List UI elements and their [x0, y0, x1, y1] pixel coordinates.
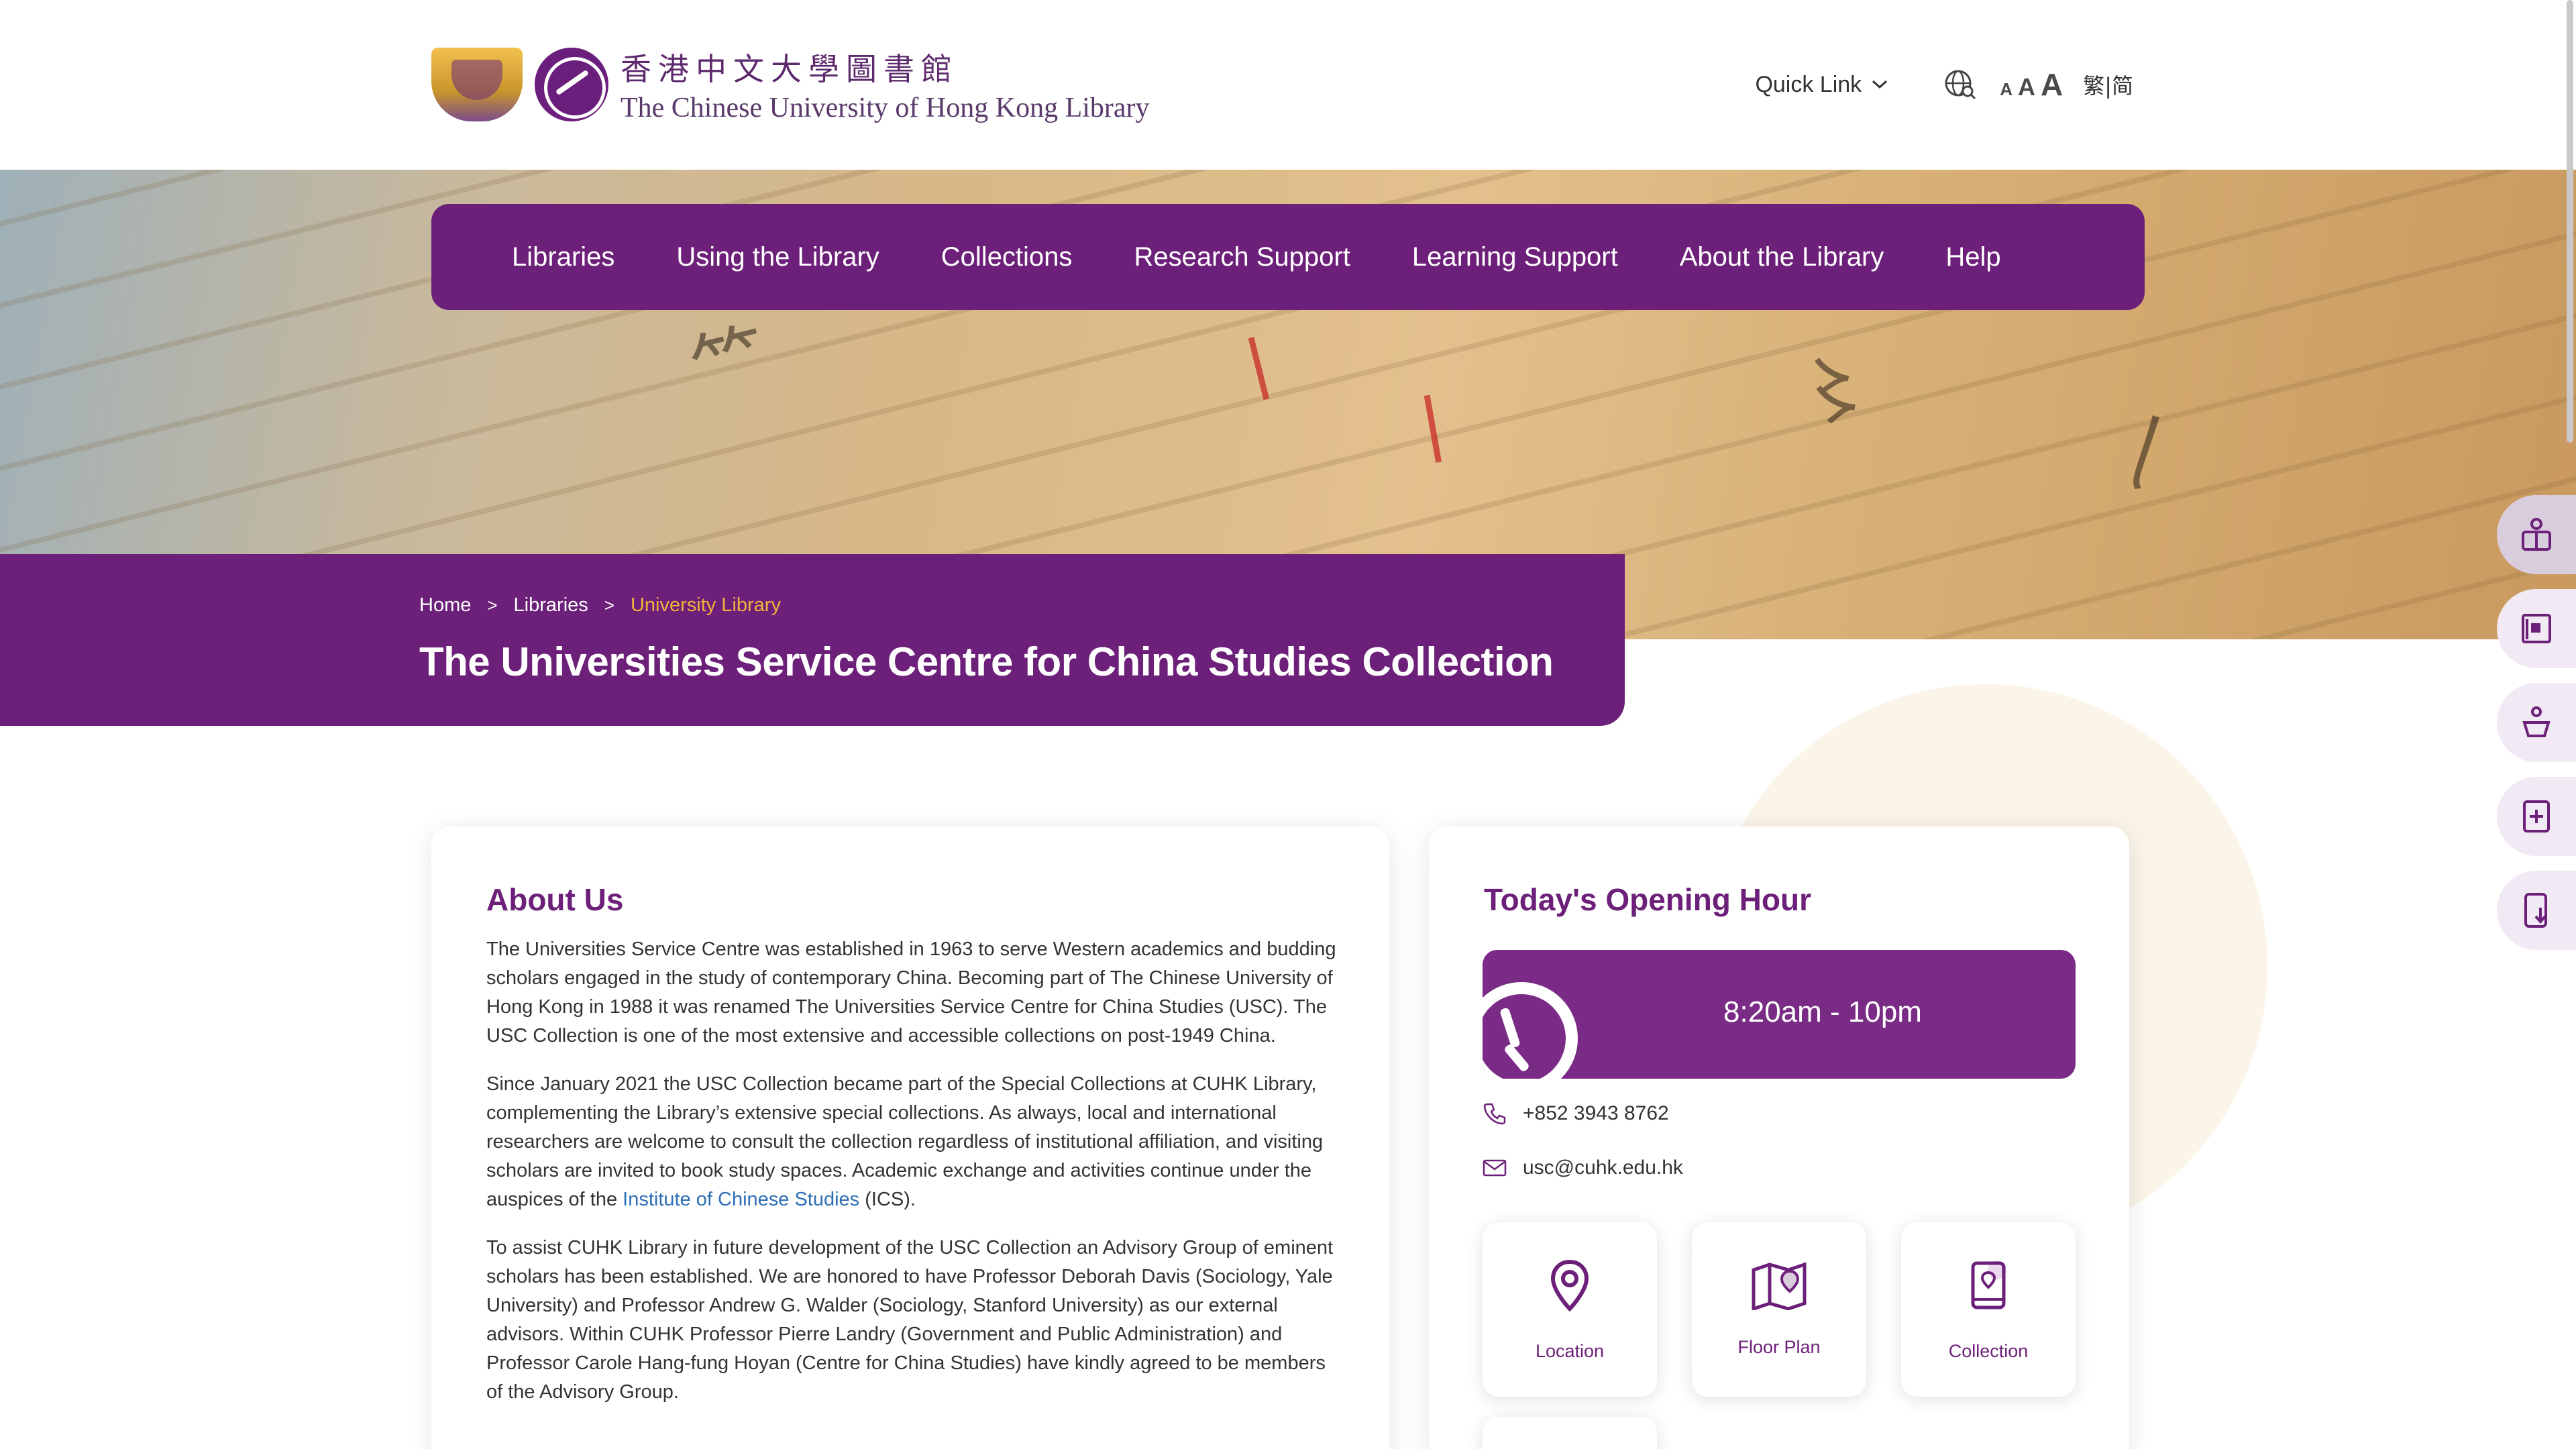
nav-research-support[interactable]: Research Support	[1134, 242, 1350, 272]
language-switch[interactable]: 繁|简	[2083, 69, 2133, 100]
quick-info-tiles: Location Floor Plan Collection	[1483, 1222, 2076, 1397]
email-address: usc@cuhk.edu.hk	[1523, 1157, 1683, 1179]
contact-phone[interactable]: +852 3943 8762	[1483, 1102, 1669, 1126]
add-book-button[interactable]	[2497, 777, 2576, 856]
quick-link-label: Quick Link	[1755, 71, 1862, 97]
nav-libraries[interactable]: Libraries	[512, 242, 614, 272]
breadcrumb-home[interactable]: Home	[419, 594, 471, 616]
about-us-title: About Us	[486, 882, 624, 917]
collection-tile[interactable]: Collection	[1901, 1222, 2076, 1397]
additional-tile[interactable]	[1483, 1417, 1657, 1449]
breadcrumb-current[interactable]: University Library	[631, 594, 781, 616]
header-tools: Quick Link A A A 繁|简	[1755, 64, 2133, 105]
opening-hours-bar: 8:20am - 10pm	[1483, 950, 2076, 1079]
about-paragraph-3: To assist CUHK Library in future develop…	[486, 1237, 1334, 1403]
nav-about-the-library[interactable]: About the Library	[1680, 242, 1884, 272]
site-header: 香港中文大學圖書館 The Chinese University of Hong…	[0, 0, 2576, 170]
font-size-large-button[interactable]: A	[2041, 66, 2063, 103]
contact-email[interactable]: usc@cuhk.edu.hk	[1483, 1157, 1683, 1179]
about-paragraph-1: The Universities Service Centre was esta…	[486, 938, 1336, 1046]
font-size-medium-button[interactable]: A	[2018, 73, 2035, 101]
globe-search-icon[interactable]	[1942, 67, 1977, 102]
floor-plan-icon	[1752, 1262, 1807, 1310]
phone-icon	[1483, 1103, 1506, 1125]
person-service-button[interactable]	[2497, 683, 2576, 762]
person-service-icon	[2522, 706, 2551, 737]
booking-button[interactable]	[2497, 589, 2576, 668]
add-book-icon	[2523, 800, 2550, 833]
cuhk-crest-icon	[431, 48, 523, 121]
banner-decor: 〡	[1213, 320, 1306, 422]
mobile-download-icon	[2524, 893, 2547, 928]
banner-decor: 〻	[1792, 342, 1880, 440]
nav-collections[interactable]: Collections	[941, 242, 1073, 272]
opening-hours-title: Today's Opening Hour	[1484, 882, 1811, 917]
location-label: Location	[1535, 1340, 1605, 1361]
email-icon	[1483, 1159, 1507, 1177]
about-paragraph-2-suffix: (ICS).	[859, 1189, 916, 1210]
library-logo[interactable]: 香港中文大學圖書館 The Chinese University of Hong…	[431, 44, 1150, 125]
logo-text: 香港中文大學圖書館 The Chinese University of Hong…	[621, 45, 1150, 124]
about-us-body: The Universities Service Centre was esta…	[486, 935, 1338, 1426]
accessibility-button[interactable]	[2497, 495, 2576, 574]
floor-plan-tile[interactable]: Floor Plan	[1692, 1222, 1866, 1397]
page-title: The Universities Service Centre for Chin…	[419, 639, 1554, 684]
map-pin-icon	[1550, 1259, 1589, 1311]
page-title-panel: Home > Libraries > University Library Th…	[0, 554, 1625, 726]
opening-hours-time: 8:20am - 10pm	[1723, 996, 1922, 1028]
logo-chinese-name: 香港中文大學圖書館	[621, 51, 959, 87]
breadcrumb-separator: >	[487, 595, 498, 615]
nav-learning-support[interactable]: Learning Support	[1412, 242, 1618, 272]
floating-toolbar	[2497, 495, 2576, 965]
about-paragraph-2: Since January 2021 the USC Collection be…	[486, 1070, 1338, 1214]
nav-help[interactable]: Help	[1945, 242, 2000, 272]
about-us-card: About Us The Universities Service Centre…	[431, 826, 1389, 1449]
main-navigation: Libraries Using the Library Collections …	[431, 204, 2145, 310]
accessibility-icon	[2522, 518, 2551, 551]
booking-icon	[2522, 614, 2551, 643]
breadcrumb-separator: >	[604, 595, 614, 615]
nav-using-the-library[interactable]: Using the Library	[676, 242, 879, 272]
collection-label: Collection	[1948, 1340, 2029, 1361]
breadcrumb: Home > Libraries > University Library	[419, 594, 781, 616]
institute-of-chinese-studies-link[interactable]: Institute of Chinese Studies	[623, 1189, 859, 1210]
opening-hours-card: Today's Opening Hour 8:20am - 10pm +852 …	[1429, 826, 2129, 1449]
phone-number: +852 3943 8762	[1523, 1102, 1669, 1124]
logo-english-name: The Chinese University of Hong Kong Libr…	[621, 93, 1150, 123]
scrollbar[interactable]	[2567, 0, 2573, 443]
collection-book-icon	[1971, 1260, 2006, 1309]
mobile-download-button[interactable]	[2497, 871, 2576, 950]
floor-plan-label: Floor Plan	[1737, 1336, 1821, 1357]
font-size-switcher: A A A	[2000, 66, 2063, 103]
chevron-down-icon	[1872, 80, 1888, 89]
banner-decor: 〳	[2107, 402, 2196, 500]
quick-link-dropdown[interactable]: Quick Link	[1755, 72, 1888, 98]
banner-decor: 丨	[1389, 382, 1478, 480]
font-size-small-button[interactable]: A	[2000, 79, 2012, 100]
location-tile[interactable]: Location	[1483, 1222, 1657, 1397]
library-emblem-icon	[535, 48, 608, 121]
banner-decor: ⺮	[683, 313, 776, 415]
breadcrumb-libraries[interactable]: Libraries	[514, 594, 588, 616]
